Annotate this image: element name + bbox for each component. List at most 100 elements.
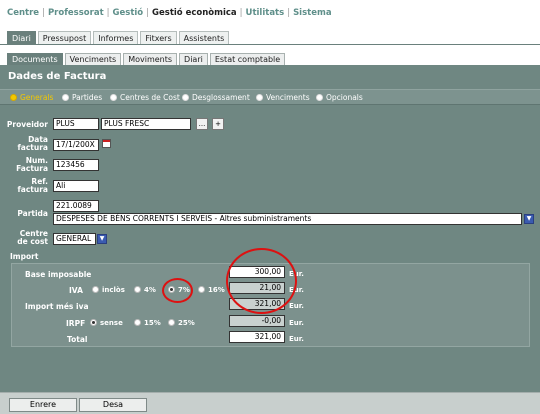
radio-selected-icon xyxy=(168,286,175,293)
section-options: Generals Partides Centres de Cost Desglo… xyxy=(0,89,540,105)
nav-gestio[interactable]: Gestió xyxy=(113,8,144,18)
iva-option-16[interactable]: 16% xyxy=(198,286,225,294)
iva-amount-input: 21,00 xyxy=(229,282,285,294)
total-input: 321,00 xyxy=(229,331,285,343)
import-mes-iva-input: 321,00 xyxy=(229,298,285,310)
radio-icon xyxy=(198,286,205,293)
tab-pressupost[interactable]: Pressupost xyxy=(37,31,92,44)
irpf-option-15[interactable]: 15% xyxy=(134,319,161,327)
proveidor-code-input[interactable]: PLUS xyxy=(53,118,99,130)
nav-sistema[interactable]: Sistema xyxy=(293,8,332,18)
total-label: Total xyxy=(67,335,88,344)
tab-documents[interactable]: Documents xyxy=(7,53,63,65)
option-desglossament[interactable]: Desglossament xyxy=(182,93,250,102)
option-label: Centres de Cost xyxy=(120,93,180,102)
tab-diari-sub[interactable]: Diari xyxy=(179,53,208,65)
radio-icon xyxy=(168,319,175,326)
radio-icon xyxy=(316,94,323,101)
radio-icon xyxy=(256,94,263,101)
nav-separator: | xyxy=(239,8,243,18)
iva-option-inclos[interactable]: inclòs xyxy=(92,286,125,294)
footer-bar: Enrere Desa xyxy=(0,392,540,414)
top-navigation: Centre | Professorat | Gestió | Gestió econòmi… xyxy=(7,8,332,18)
tab-informes[interactable]: Informes xyxy=(93,31,139,44)
option-label: 7% xyxy=(178,286,190,294)
iva-option-7[interactable]: 7% xyxy=(168,286,190,294)
option-opcionals[interactable]: Opcionals xyxy=(316,93,363,102)
unit-label: Eur. xyxy=(289,319,304,327)
num-factura-input[interactable]: 123456 xyxy=(53,159,99,171)
base-imposable-label: Base imposable xyxy=(25,270,92,279)
irpf-label: IRPF xyxy=(66,319,86,328)
option-label: inclòs xyxy=(102,286,125,294)
nav-gestio-economica[interactable]: Gestió econòmica xyxy=(152,8,237,18)
back-button[interactable]: Enrere xyxy=(9,398,77,412)
option-label: 15% xyxy=(144,319,161,327)
proveidor-label: Proveidor xyxy=(6,120,48,129)
secondary-tabs: Documents Venciments Moviments Diari Est… xyxy=(7,53,286,65)
tab-venciments[interactable]: Venciments xyxy=(64,53,122,65)
tab-estat-comptable[interactable]: Estat comptable xyxy=(209,53,286,65)
num-factura-label: Num. Factura xyxy=(16,156,48,173)
nav-separator: | xyxy=(146,8,150,18)
centre-cost-label: Centre de cost xyxy=(17,229,48,246)
save-button[interactable]: Desa xyxy=(79,398,147,412)
option-venciments[interactable]: Venciments xyxy=(256,93,310,102)
partida-label: Partida xyxy=(17,209,48,218)
option-label: 25% xyxy=(178,319,195,327)
chevron-down-icon[interactable]: ▼ xyxy=(97,234,107,244)
tab-assistents[interactable]: Assistents xyxy=(178,31,230,44)
import-title: Import xyxy=(10,252,39,261)
centre-cost-select[interactable]: GENERAL xyxy=(53,233,96,245)
import-mes-iva-label: Import més iva xyxy=(25,302,89,311)
option-centres-de-cost[interactable]: Centres de Cost xyxy=(110,93,180,102)
radio-icon xyxy=(110,94,117,101)
base-imposable-input[interactable]: 300,00 xyxy=(229,266,285,278)
proveidor-name-input[interactable]: PLUS FRESC xyxy=(101,118,191,130)
chevron-down-icon[interactable]: ▼ xyxy=(524,214,534,224)
nav-separator: | xyxy=(106,8,110,18)
nav-separator: | xyxy=(287,8,291,18)
radio-selected-icon xyxy=(90,319,97,326)
option-label: Desglossament xyxy=(192,93,250,102)
import-box: Base imposable 300,00 Eur. IVA inclòs 4%… xyxy=(11,263,530,347)
nav-separator: | xyxy=(42,8,45,18)
tab-diari[interactable]: Diari xyxy=(7,31,36,44)
ref-factura-input[interactable]: Ali xyxy=(53,180,99,192)
nav-centre[interactable]: Centre xyxy=(7,8,39,18)
add-button[interactable]: + xyxy=(212,118,224,130)
radio-icon xyxy=(134,286,141,293)
ref-factura-label: Ref. factura xyxy=(17,177,48,194)
radio-selected-icon xyxy=(10,94,17,101)
radio-icon xyxy=(62,94,69,101)
unit-label: Eur. xyxy=(289,286,304,294)
partida-select[interactable]: DESPESES DE BÉNS CORRENTS I SERVEIS - Al… xyxy=(53,213,522,225)
browse-button[interactable]: ... xyxy=(196,118,208,130)
option-label: Partides xyxy=(72,93,103,102)
nav-utilitats[interactable]: Utilitats xyxy=(246,8,285,18)
unit-label: Eur. xyxy=(289,302,304,310)
primary-tabs: Diari Pressupost Informes Fitxers Assist… xyxy=(7,31,230,44)
data-factura-input[interactable]: 17/1/200X xyxy=(53,139,99,151)
partida-code-input[interactable]: 221.0089 xyxy=(53,200,99,212)
tab-fitxers[interactable]: Fitxers xyxy=(140,31,177,44)
nav-professorat[interactable]: Professorat xyxy=(48,8,104,18)
radio-icon xyxy=(92,286,99,293)
unit-label: Eur. xyxy=(289,270,304,278)
tabs-divider xyxy=(0,44,540,45)
calendar-icon[interactable] xyxy=(102,139,111,148)
option-label: Generals xyxy=(20,93,54,102)
option-label: Opcionals xyxy=(326,93,363,102)
iva-option-4[interactable]: 4% xyxy=(134,286,156,294)
irpf-amount-input: -0,00 xyxy=(229,315,285,327)
panel-title: Dades de Factura xyxy=(8,71,107,82)
option-label: 16% xyxy=(208,286,225,294)
irpf-option-sense[interactable]: sense xyxy=(90,319,123,327)
option-label: sense xyxy=(100,319,123,327)
tab-moviments[interactable]: Moviments xyxy=(123,53,178,65)
irpf-option-25[interactable]: 25% xyxy=(168,319,195,327)
option-label: 4% xyxy=(144,286,156,294)
option-partides[interactable]: Partides xyxy=(62,93,102,102)
option-label: Venciments xyxy=(266,93,310,102)
option-generals[interactable]: Generals xyxy=(10,93,53,102)
